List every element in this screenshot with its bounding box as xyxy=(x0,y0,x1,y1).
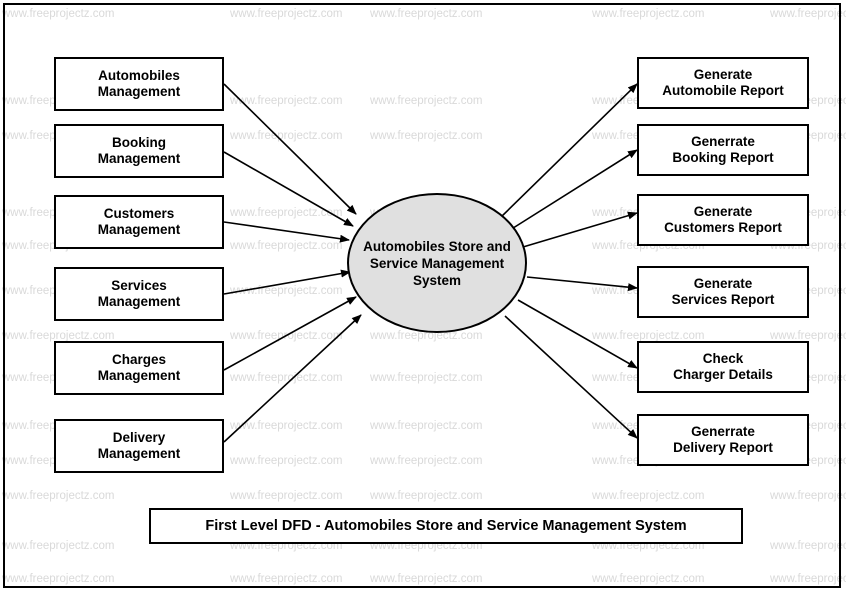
node-label-line1: Check xyxy=(702,351,744,366)
node-delivery-management[interactable]: Delivery Management xyxy=(54,419,224,473)
process-label: Automobiles Store and Service Management… xyxy=(363,238,511,288)
node-label-line1: Generate xyxy=(693,276,753,291)
node-label-line1: Services xyxy=(111,278,167,293)
node-label-line1: Generrate xyxy=(691,134,755,149)
node-label-line2: Management xyxy=(97,446,181,461)
diagram-title-box: First Level DFD - Automobiles Store and … xyxy=(149,508,743,544)
node-charges-management[interactable]: Charges Management xyxy=(54,341,224,395)
node-generate-services-report[interactable]: Generate Services Report xyxy=(637,266,809,318)
node-booking-management[interactable]: Booking Management xyxy=(54,124,224,178)
node-generate-booking-report[interactable]: Generrate Booking Report xyxy=(637,124,809,176)
node-label-line1: Delivery xyxy=(112,430,166,445)
node-label-line1: Charges xyxy=(111,352,167,367)
node-label-line1: Generrate xyxy=(691,424,755,439)
node-label-line2: Management xyxy=(97,294,181,309)
process-automobiles-store-and-service-management-system[interactable]: Automobiles Store and Service Management… xyxy=(347,193,527,333)
node-label-line1: Automobiles xyxy=(98,68,180,83)
node-label-line2: Management xyxy=(97,151,181,166)
node-label-line2: Management xyxy=(97,368,181,383)
node-check-charger-details[interactable]: Check Charger Details xyxy=(637,341,809,393)
node-label-line2: Customers Report xyxy=(664,220,782,235)
node-label-line2: Delivery Report xyxy=(673,440,773,455)
node-label-line2: Booking Report xyxy=(672,150,774,165)
node-label-line1: Generate xyxy=(693,204,753,219)
diagram-title: First Level DFD - Automobiles Store and … xyxy=(205,518,687,534)
node-label-line2: Management xyxy=(97,222,181,237)
node-generate-automobile-report[interactable]: Generate Automobile Report xyxy=(637,57,809,109)
node-services-management[interactable]: Services Management xyxy=(54,267,224,321)
node-generate-delivery-report[interactable]: Generrate Delivery Report xyxy=(637,414,809,466)
node-label-line1: Booking xyxy=(112,135,166,150)
dfd-diagram-page: www.freeprojectz.com www.freeprojectz.com… xyxy=(0,0,846,593)
node-generate-customers-report[interactable]: Generate Customers Report xyxy=(637,194,809,246)
node-label-line2: Services Report xyxy=(671,292,775,307)
node-automobiles-management[interactable]: Automobiles Management xyxy=(54,57,224,111)
node-label-line2: Automobile Report xyxy=(662,83,784,98)
node-label-line1: Generate xyxy=(693,67,753,82)
node-label-line2: Charger Details xyxy=(673,367,773,382)
node-label-line1: Customers xyxy=(103,206,175,221)
node-customers-management[interactable]: Customers Management xyxy=(54,195,224,249)
node-label-line2: Management xyxy=(97,84,181,99)
